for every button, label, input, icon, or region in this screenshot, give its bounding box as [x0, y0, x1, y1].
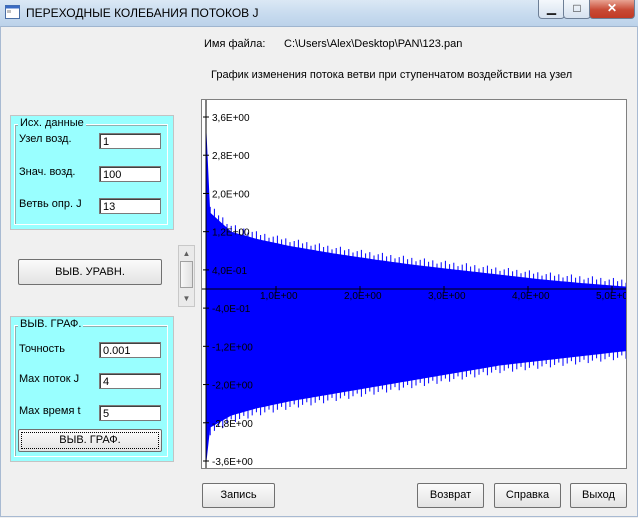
scroll-up-icon[interactable]: ▲	[179, 246, 194, 261]
y-tick-label: -3,6E+00	[212, 457, 253, 468]
vertical-scrollbar[interactable]: ▲ ▼	[178, 245, 195, 307]
scroll-down-icon[interactable]: ▼	[179, 291, 194, 306]
max-flow-input[interactable]: 4	[99, 373, 161, 389]
graph-output-legend: ВЫВ. ГРАФ.	[18, 318, 84, 330]
y-tick-label: 1,2E+00	[212, 228, 250, 239]
help-button[interactable]: Справка	[494, 483, 561, 508]
y-tick-label: -2,0E+00	[212, 381, 253, 392]
y-tick-label: -4,0E-01	[212, 304, 251, 315]
file-path: C:\Users\Alex\Desktop\PAN\123.pan	[284, 38, 463, 50]
y-tick-label: 3,6E+00	[212, 113, 250, 124]
graph-output-panel: ВЫВ. ГРАФ. Точность 0.001 Max поток J 4 …	[10, 316, 174, 462]
exit-button[interactable]: Выход	[570, 483, 627, 508]
input-data-legend: Исх. данные	[18, 117, 86, 129]
x-tick-label: 2,0E+00	[344, 291, 382, 302]
close-button[interactable]: ✕	[589, 0, 635, 19]
chart-caption: График изменения потока ветви при ступен…	[211, 69, 573, 81]
y-tick-label: 2,8E+00	[212, 151, 250, 162]
x-tick-label: 5,0E+00	[596, 291, 626, 302]
y-tick-label: 4,0E-01	[212, 266, 247, 277]
x-tick-label: 1,0E+00	[260, 291, 298, 302]
title-bar: ПЕРЕХОДНЫЕ КОЛЕБАНИЯ ПОТОКОВ J ▁ □ ✕	[0, 0, 638, 27]
max-flow-label: Max поток J	[19, 373, 80, 385]
back-button[interactable]: Возврат	[417, 483, 484, 508]
y-tick-label: -1,2E+00	[212, 342, 253, 353]
output-graph-button[interactable]: ВЫВ. ГРАФ.	[18, 429, 162, 452]
precision-label: Точность	[19, 343, 65, 355]
y-tick-label: -2,8E+00	[212, 419, 253, 430]
node-input[interactable]: 1	[99, 133, 161, 149]
transient-flow-chart: 3,6E+00 2,8E+00 2,0E+00 1,2E+00 4,0E-01 -4,0E…	[202, 100, 626, 468]
value-label: Знач. возд.	[19, 166, 76, 178]
output-equations-button[interactable]: ВЫВ. УРАВН.	[18, 259, 162, 285]
branch-input[interactable]: 13	[99, 198, 161, 214]
window-title: ПЕРЕХОДНЫЕ КОЛЕБАНИЯ ПОТОКОВ J	[26, 6, 259, 20]
value-input[interactable]: 100	[99, 166, 161, 182]
scroll-thumb[interactable]	[180, 261, 193, 288]
minimize-button[interactable]: ▁	[538, 0, 565, 19]
precision-input[interactable]: 0.001	[99, 342, 161, 358]
node-label: Узел возд.	[19, 133, 72, 145]
max-time-label: Max время t	[19, 405, 81, 417]
max-time-input[interactable]: 5	[99, 405, 161, 421]
maximize-button[interactable]: □	[563, 0, 591, 19]
x-tick-label: 4,0E+00	[512, 291, 550, 302]
save-button[interactable]: Запись	[202, 483, 275, 508]
y-tick-label: 2,0E+00	[212, 189, 250, 200]
x-tick-label: 3,0E+00	[428, 291, 466, 302]
app-icon	[5, 5, 20, 19]
chart-area: 3,6E+00 2,8E+00 2,0E+00 1,2E+00 4,0E-01 -4,0E…	[201, 99, 627, 469]
file-name-label: Имя файла:	[204, 38, 266, 50]
input-data-panel: Исх. данные Узел возд. 1 Знач. возд. 100…	[10, 115, 174, 230]
branch-label: Ветвь опр. J	[19, 198, 82, 210]
